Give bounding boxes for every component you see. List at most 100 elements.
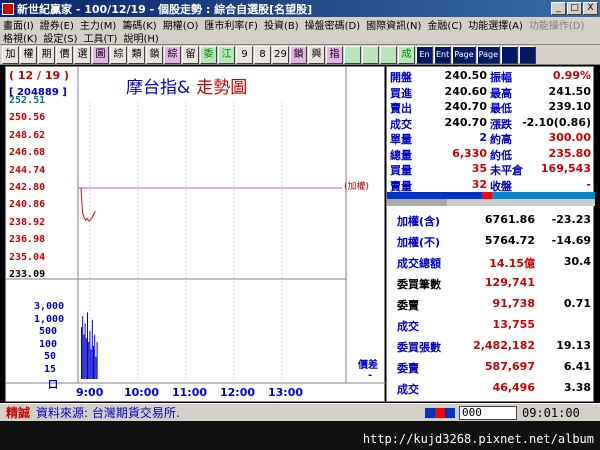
toolbar-button-12[interactable]: 江 [218,45,235,64]
quote-row: 買量 35 未平倉 169,543 [387,162,595,177]
menu2-item-2[interactable]: 工具(T) [81,30,121,45]
quote-label: 開盤 [390,71,412,84]
x-tick-label: 11:00 [172,386,208,399]
volume-bar [87,312,88,379]
clock: 09:01:00 [522,406,580,420]
toolbar-button-23[interactable]: En [416,45,433,64]
toolbar-button-26[interactable]: Page [476,45,501,64]
menu2-item-3[interactable]: 說明(H) [120,30,161,45]
quote-label: 單量 [390,133,412,146]
stat-row: 加權(含) 6761.86 -23.23 [387,213,595,233]
y-tick-label: 240.86 [9,199,46,211]
quote-label: 成交 [390,117,412,131]
volume-tick-label: 口 [48,380,58,391]
app-icon [2,2,14,15]
quote-label: 最高 [490,86,512,100]
quote-value: 240.50 [444,69,487,82]
toolbar-button-28[interactable] [519,45,537,64]
maximize-button[interactable]: □ [567,2,582,15]
stat-row: 委賣 91,738 0.71 [387,297,595,317]
toolbar-button-1[interactable]: 權 [20,45,37,64]
toolbar-button-7[interactable]: 類 [128,45,145,64]
stat-label: 委賣 [397,362,419,375]
toolbar-button-0[interactable]: 加 [2,45,19,64]
spread-label: 價差 [358,360,378,371]
y-tick-label: 236.98 [9,234,46,246]
stat-row: 成交 13,755 [387,318,595,338]
toolbar-button-21[interactable] [380,45,397,64]
toolbar-button-15[interactable]: 29 [272,45,289,64]
menu-item-9[interactable]: 金融(C) [424,17,465,32]
stat-row: 委買張數 2,482,182 19.13 [387,339,595,359]
toolbar-button-5[interactable]: 圖 [92,45,109,64]
stat-row: 加權(不) 5764.72 -14.69 [387,234,595,254]
minimize-button[interactable]: _ [551,2,566,15]
quote-value: 239.10 [548,100,591,113]
toolbar-button-9[interactable]: 綜 [164,45,181,64]
toolbar-button-10[interactable]: 留 [182,45,199,64]
y-tick-label: 238.92 [9,216,46,228]
quote-value: -2.10(0.86) [522,115,591,129]
toolbar-button-22[interactable]: 成 [398,45,415,64]
toolbar-button-17[interactable]: 興 [308,45,325,64]
y-tick-label: 248.62 [9,129,46,141]
quote-label: 漲跌 [490,117,512,131]
stat-label: 成交 [397,320,419,333]
stat-value: 91,738 [492,297,535,310]
quote-value: 0.99% [552,69,591,82]
toolbar-button-20[interactable] [362,45,379,64]
stat-change: -14.69 [551,234,591,247]
menu-item-4[interactable]: 期權(O) [160,17,202,32]
toolbar-button-14[interactable]: 8 [254,45,271,64]
stat-value: 2,482,182 [473,339,535,352]
menu-item-7[interactable]: 操盤密碼(D) [302,17,364,32]
y-tick-label: 235.04 [9,251,46,263]
quote-label: 振幅 [490,71,512,84]
x-tick-label: 10:00 [124,386,160,399]
volume-tick-label: 100 [39,338,58,350]
menu-item-10[interactable]: 功能選擇(A) [465,17,526,32]
quote-value: 300.00 [548,131,591,144]
toolbar-button-24[interactable]: Ent [434,45,452,64]
watermark: http://kujd3268.pixnet.net/album [362,432,594,446]
menu2-item-1[interactable]: 設定(S) [40,30,80,45]
volume-tick-label: 15 [44,363,57,375]
x-tick-label: 13:00 [268,386,304,399]
toolbar-button-4[interactable]: 選 [74,45,91,64]
stat-change: 19.13 [556,339,591,352]
volume-bar [88,342,90,379]
toolbar-button-16[interactable]: 鎖 [290,45,307,64]
quote-value: 35 [471,162,487,175]
volume-bar [89,330,91,379]
toolbar-button-2[interactable]: 期 [38,45,55,64]
menu-item-8[interactable]: 國際資訊(N) [363,17,424,32]
volume-tick-label: 3,000 [34,301,65,312]
toolbar-button-27[interactable] [501,45,519,64]
toolbar-button-13[interactable]: 9 [236,45,253,64]
chart-panel: ( 12 / 19 ) [ 204889 ] 摩台指& 走勢圖 252.51 250… [5,66,386,402]
toolbar-button-19[interactable] [344,45,361,64]
menu-item-6[interactable]: 投資(B) [261,17,302,32]
menu2-item-0[interactable]: 格視(K) [0,30,40,45]
toolbar-button-8[interactable]: 鎖 [146,45,163,64]
volume-tick-label: 50 [44,351,57,362]
close-button[interactable]: X [583,2,598,15]
quote-value: 240.70 [444,100,487,113]
volume-bar [95,356,97,379]
menu-item-5[interactable]: 匯市利率(F) [201,17,261,32]
stat-row: 成交總額 14.15億 30.4 [387,255,595,275]
toolbar-button-25[interactable]: Page [452,45,476,64]
y-tick-label: 233.09 [9,269,46,280]
quote-row: 賣出 240.70 最低 239.10 [387,100,595,115]
menu-bar-secondary: 格視(K) 設定(S) 工具(T) 說明(H) [0,31,600,45]
y-tick-label: 246.68 [9,147,46,159]
menu-item-disabled: 功能操作(D) [528,20,585,32]
toolbar-button-18[interactable]: 指 [326,45,343,64]
toolbar-button-11[interactable]: 委 [200,45,217,64]
volume-bar [81,327,82,379]
toolbar-button-6[interactable]: 綜 [110,45,127,64]
toolbar-button-3[interactable]: 價 [56,45,73,64]
stat-change: 30.4 [563,255,591,268]
command-input[interactable]: 000 [459,406,517,420]
quote-value: 240.70 [444,115,487,129]
